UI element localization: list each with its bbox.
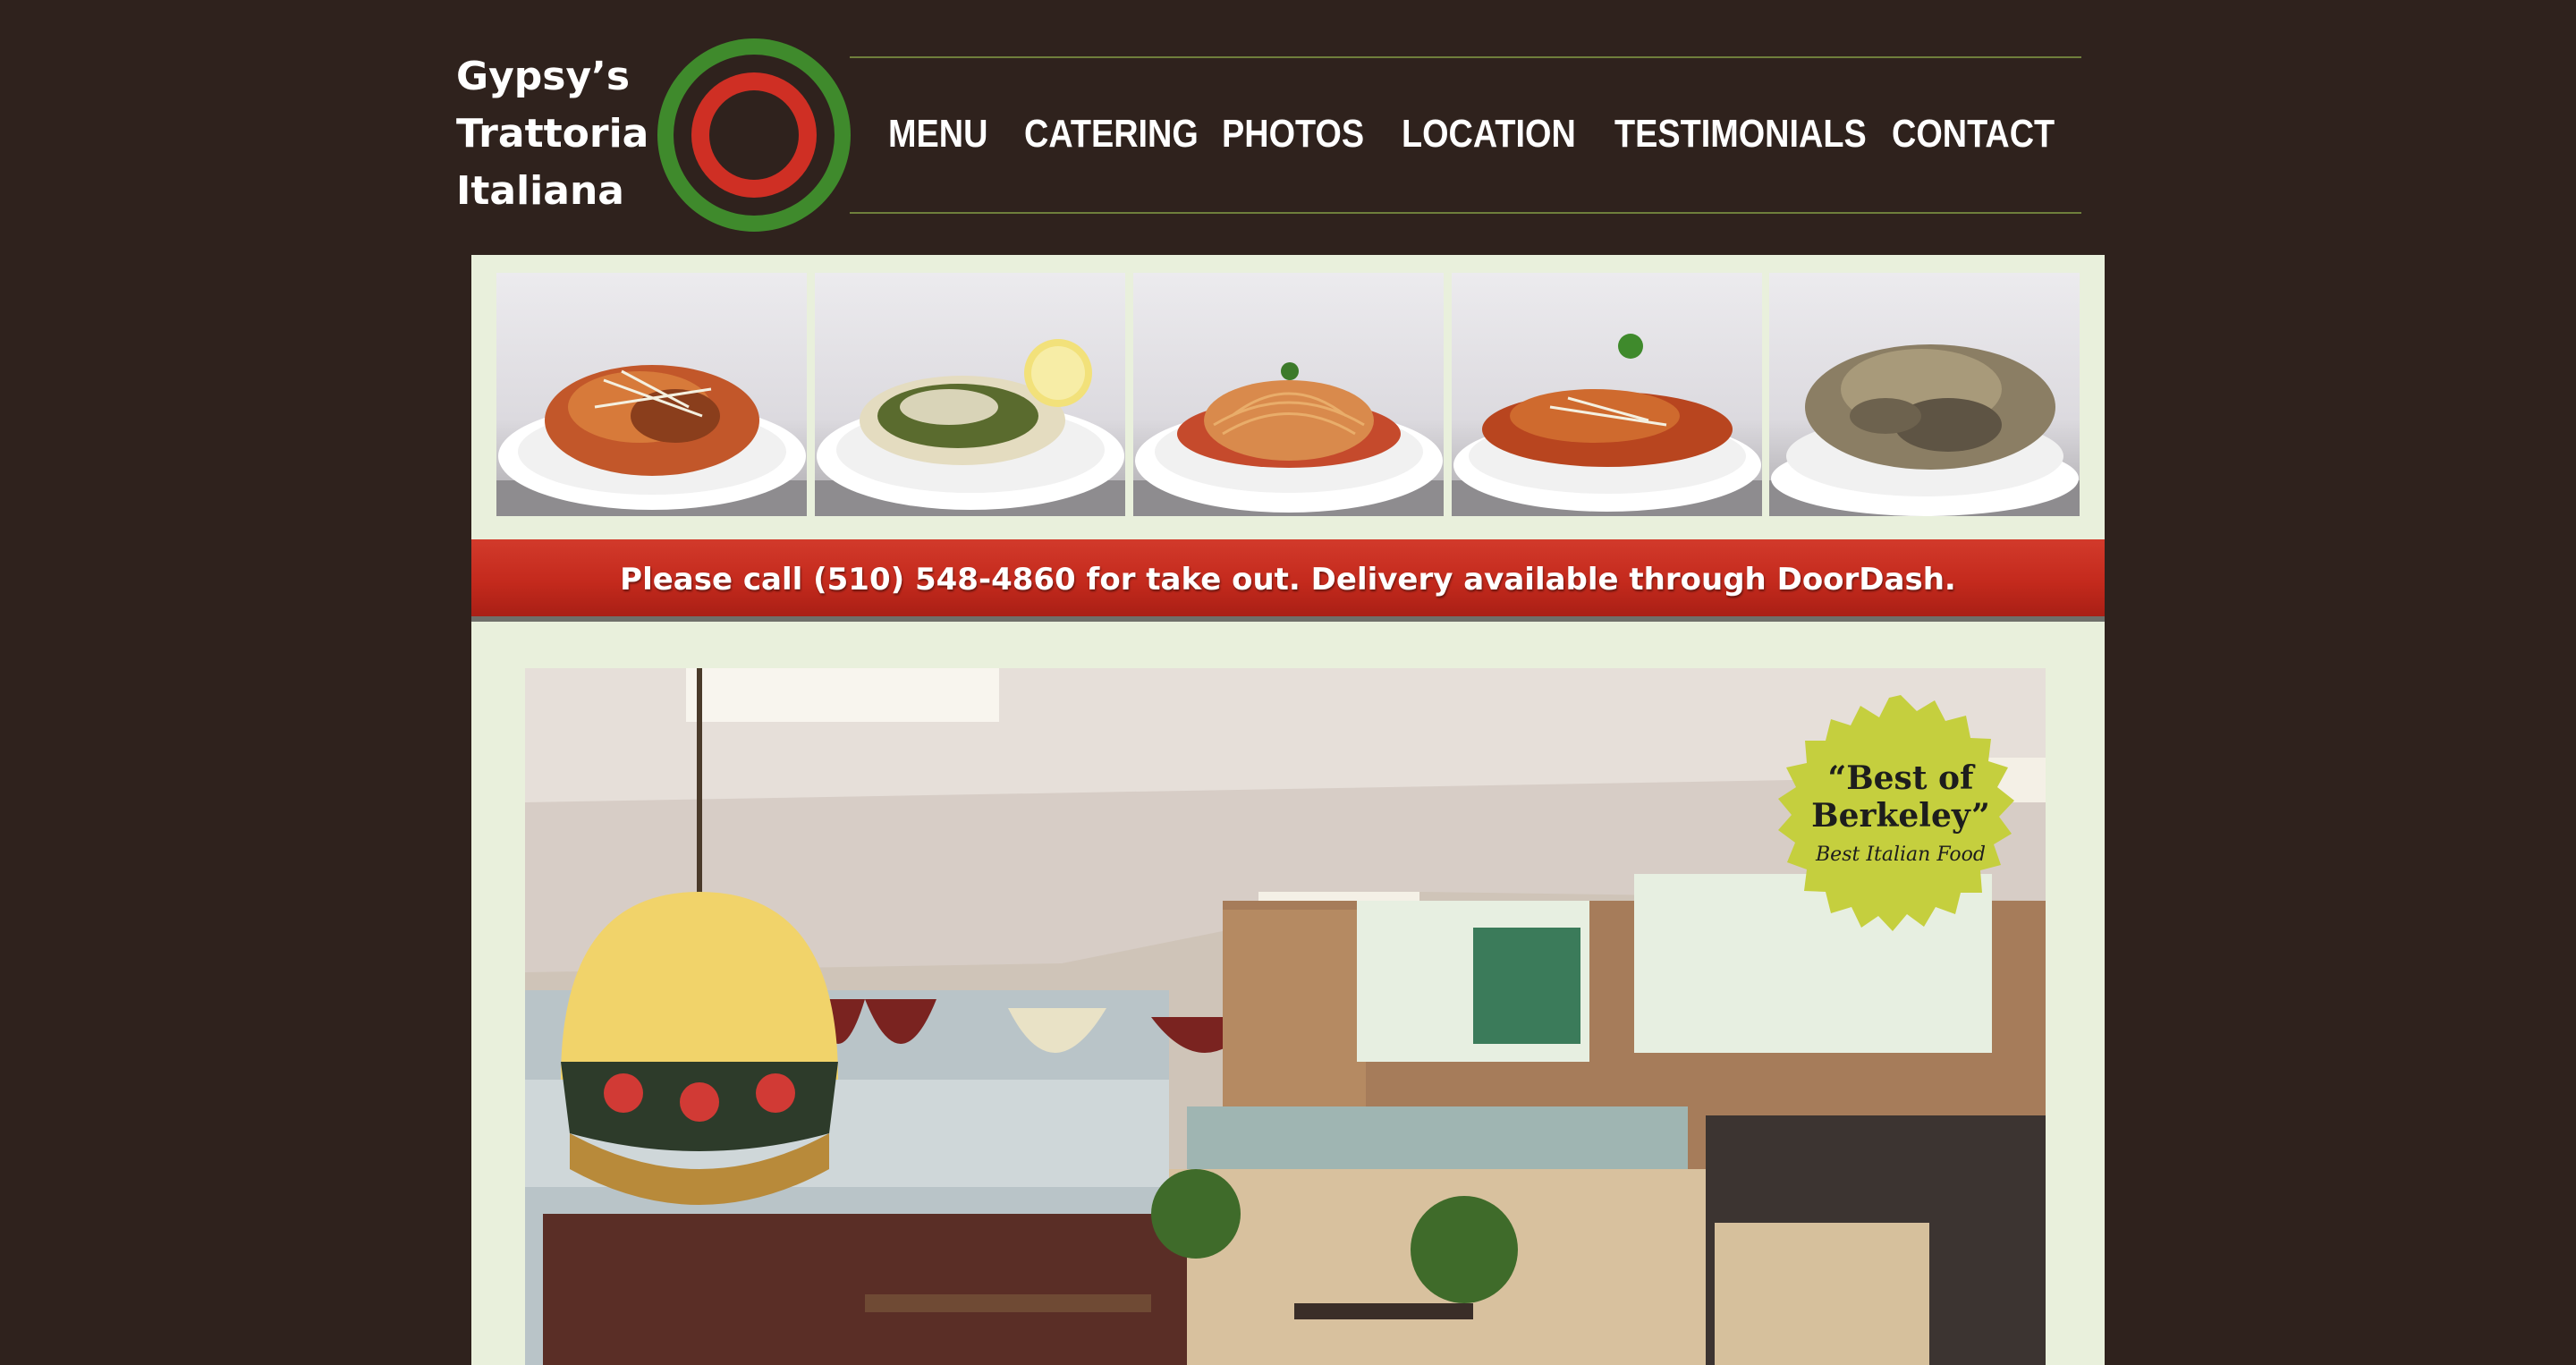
dish-gallery [496,273,2080,516]
logo-wordmark: Gypsy’s Trattoria Italiana [456,48,648,220]
dish-thumbnail[interactable] [1452,273,1762,516]
takeout-notice-banner: Please call (510) 548-4860 for take out.… [471,539,2105,622]
badge-title-line-1: “Best of [1827,759,1974,797]
logo-line-2: Trattoria [456,111,649,157]
nav-rule-bottom [850,212,2081,214]
main-nav: MENU CATERING PHOTOS LOCATION TESTIMONIA… [850,98,2081,170]
logo-line-1: Gypsy’s [456,54,631,99]
badge-subtitle: Best Italian Food [1816,844,1986,866]
nav-testimonials[interactable]: TESTIMONIALS [1614,98,1867,170]
dish-thumbnail[interactable] [1769,273,2080,516]
dish-thumbnail[interactable] [815,273,1125,516]
site-logo[interactable]: Gypsy’s Trattoria Italiana [456,36,859,234]
dish-thumbnail[interactable] [496,273,807,516]
restaurant-interior-photo: “Best of Berkeley” Best Italian Food [525,668,2046,1365]
nav-catering[interactable]: CATERING [1024,98,1199,170]
badge-title: “Best of Berkeley” [1802,759,1999,835]
logo-line-3: Italiana [456,168,624,214]
nav-photos[interactable]: PHOTOS [1222,98,1364,170]
nav-rule-top [850,56,2081,58]
takeout-notice-text: Please call (510) 548-4860 for take out.… [620,562,1956,598]
nav-contact[interactable]: CONTACT [1892,98,2055,170]
dish-thumbnail[interactable] [1133,273,1444,516]
nav-location[interactable]: LOCATION [1402,98,1576,170]
content-panel: Please call (510) 548-4860 for take out.… [471,255,2105,1365]
logo-rings-icon [657,38,851,232]
nav-menu[interactable]: MENU [888,98,987,170]
best-of-berkeley-badge: “Best of Berkeley” Best Italian Food [1802,759,1999,869]
badge-title-line-2: Berkeley” [1811,797,1990,835]
